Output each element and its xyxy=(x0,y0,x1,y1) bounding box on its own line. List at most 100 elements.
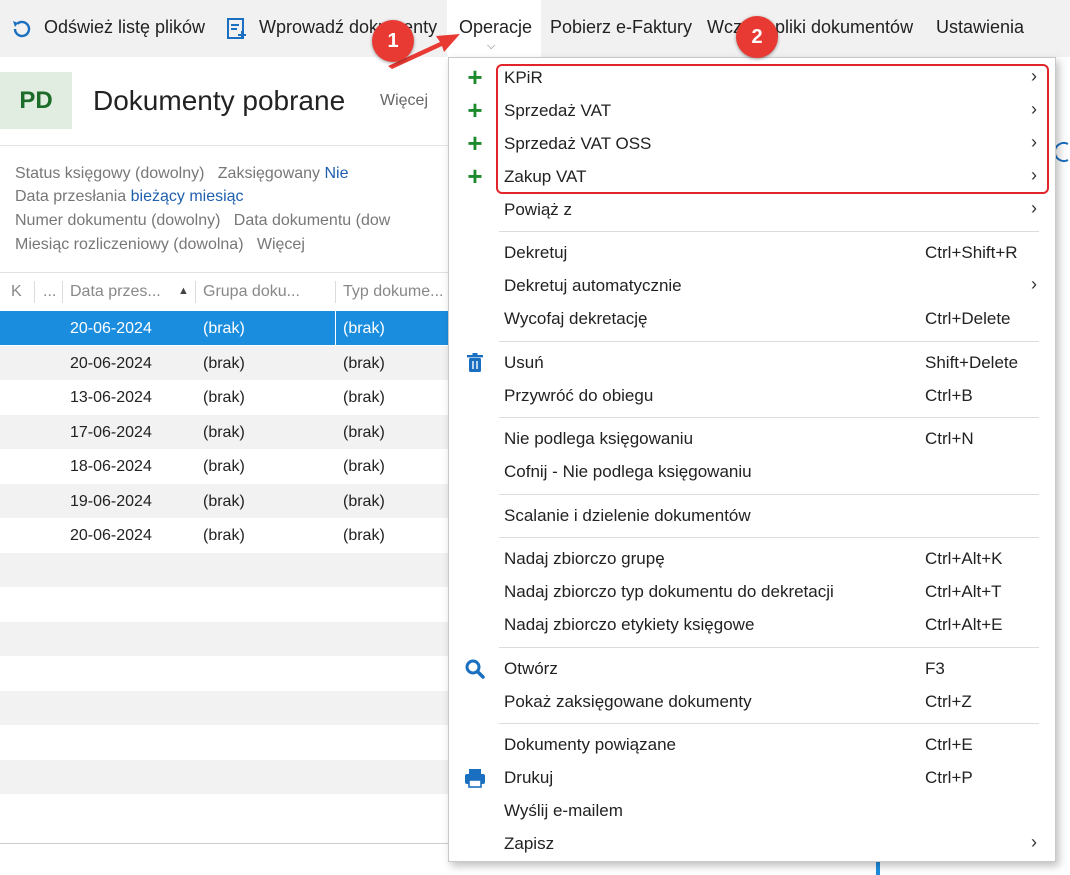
menu-item[interactable]: Scalanie i dzielenie dokumentów xyxy=(449,500,1055,533)
filter-status[interactable]: Status księgowy (dowolny) xyxy=(15,165,204,182)
empty-row xyxy=(0,725,448,759)
menu-separator xyxy=(499,231,1039,232)
menu-item[interactable]: Wycofaj dekretację Ctrl+Delete xyxy=(449,303,1055,336)
filter-date-value[interactable]: bieżący miesiąc xyxy=(131,188,244,205)
filter-number[interactable]: Numer dokumentu (dowolny) xyxy=(15,212,220,229)
menu-item[interactable]: Powiąż z › xyxy=(449,194,1055,227)
filter-row-3: Numer dokumentu (dowolny) Data dokumentu… xyxy=(15,212,390,230)
download-e-invoices-button[interactable]: Pobierz e-Faktury xyxy=(550,17,692,38)
settings-button[interactable]: Ustawienia xyxy=(936,17,1024,38)
menu-item[interactable]: Przywróć do obiegu Ctrl+B xyxy=(449,380,1055,413)
table-row[interactable]: 20-06-2024 (brak) (brak) xyxy=(0,311,448,345)
column-divider xyxy=(195,281,196,303)
highlight-box xyxy=(496,64,1049,194)
menu-item-label: Przywróć do obiegu xyxy=(504,386,654,405)
refresh-icon[interactable] xyxy=(1054,140,1070,164)
menu-item[interactable]: Nadaj zbiorczo typ dokumentu do dekretac… xyxy=(449,576,1055,609)
chevron-right-icon: › xyxy=(1031,198,1037,218)
chevron-down-icon: ⌵ xyxy=(487,40,496,52)
header-more-link[interactable]: Więcej xyxy=(380,92,428,110)
import-document-icon xyxy=(227,18,246,39)
menu-item-shortcut: Ctrl+N xyxy=(925,429,974,448)
filter-more-link[interactable]: Więcej xyxy=(257,236,305,253)
menu-item-shortcut: Ctrl+Shift+R xyxy=(925,243,1018,262)
cell-type: (brak) xyxy=(343,320,385,337)
menu-item[interactable]: Otwórz F3 xyxy=(449,653,1055,686)
table-row[interactable]: 13-06-2024 (brak) (brak) xyxy=(0,380,448,414)
table-row[interactable]: 18-06-2024 (brak) (brak) xyxy=(0,449,448,483)
menu-item[interactable]: Nadaj zbiorczo grupę Ctrl+Alt+K xyxy=(449,543,1055,576)
menu-item-shortcut: Ctrl+Alt+E xyxy=(925,615,1003,634)
refresh-icon xyxy=(13,20,31,38)
menu-item-label: Nie podlega księgowaniu xyxy=(504,429,694,448)
chevron-right-icon: › xyxy=(1031,274,1037,294)
cell-date: 19-06-2024 xyxy=(70,492,152,510)
menu-separator xyxy=(499,417,1039,418)
filter-posted-value[interactable]: Nie xyxy=(325,165,349,182)
refresh-files-button[interactable]: Odśwież listę plików xyxy=(44,17,205,38)
table-row[interactable]: 17-06-2024 (brak) (brak) xyxy=(0,414,448,449)
menu-item[interactable]: Dekretuj automatycznie › xyxy=(449,270,1055,303)
menu-item[interactable]: Nie podlega księgowaniu Ctrl+N xyxy=(449,423,1055,456)
cell-type: (brak) xyxy=(343,354,385,372)
divider xyxy=(0,843,448,844)
column-header-more[interactable]: ... xyxy=(43,283,56,301)
menu-separator xyxy=(499,341,1039,342)
menu-item-label: Otwórz xyxy=(504,659,558,678)
search-icon xyxy=(463,657,487,681)
column-divider xyxy=(335,281,336,303)
filter-row-4: Miesiąc rozliczeniowy (dowolna) Więcej xyxy=(15,236,305,254)
cell-type: (brak) xyxy=(343,527,385,544)
table-row[interactable]: 20-06-2024 (brak) (brak) xyxy=(0,518,448,552)
column-header-date[interactable]: Data przes... xyxy=(70,283,161,301)
cell-group: (brak) xyxy=(203,458,245,475)
menu-item[interactable]: Dekretuj Ctrl+Shift+R xyxy=(449,237,1055,270)
menu-item[interactable]: Cofnij - Nie podlega księgowaniu xyxy=(449,456,1055,489)
menu-item-label: Usuń xyxy=(504,353,544,372)
menu-separator xyxy=(499,647,1039,648)
column-header-type[interactable]: Typ dokume... xyxy=(343,283,444,301)
menu-item-label: Zapisz xyxy=(504,834,555,853)
menu-item[interactable]: Usuń Shift+Delete xyxy=(449,347,1055,380)
cell-type: (brak) xyxy=(343,458,385,475)
menu-item[interactable]: Dokumenty powiązane Ctrl+E xyxy=(449,729,1055,762)
menu-item-label: Wyślij e-mailem xyxy=(504,801,623,820)
empty-row xyxy=(0,552,448,587)
empty-row xyxy=(0,621,448,656)
cell-group: (brak) xyxy=(203,354,245,372)
menu-item[interactable]: Pokaż zaksięgowane dokumenty Ctrl+Z xyxy=(449,686,1055,719)
sort-ascending-icon: ▲ xyxy=(178,285,189,297)
cell-type: (brak) xyxy=(343,423,385,441)
column-header-group[interactable]: Grupa doku... xyxy=(203,283,300,301)
filter-date-label: Data przesłania xyxy=(15,188,127,205)
menu-item-label: Drukuj xyxy=(504,768,554,787)
filter-doc-date[interactable]: Data dokumentu (dow xyxy=(234,212,391,229)
empty-row xyxy=(0,794,448,828)
menu-item-label: Dekretuj automatycznie xyxy=(504,276,682,295)
grid-header: K ... Data przes... ▲ Grupa doku... Typ … xyxy=(0,272,448,312)
menu-separator xyxy=(499,537,1039,538)
menu-item-shortcut: Ctrl+Z xyxy=(925,692,972,711)
menu-item[interactable]: Drukuj Ctrl+P xyxy=(449,762,1055,795)
cell-type: (brak) xyxy=(343,492,385,510)
plus-icon: + xyxy=(467,161,483,191)
cell-type: (brak) xyxy=(343,389,385,406)
menu-item-shortcut: Ctrl+E xyxy=(925,735,973,754)
menu-item-label: Nadaj zbiorczo etykiety księgowe xyxy=(504,615,755,634)
menu-item-label: Dekretuj xyxy=(504,243,568,262)
menu-item[interactable]: Nadaj zbiorczo etykiety księgowe Ctrl+Alt… xyxy=(449,609,1055,642)
menu-item-label: Nadaj zbiorczo typ dokumentu do dekretac… xyxy=(504,582,834,601)
menu-item-label: Wycofaj dekretację xyxy=(504,309,648,328)
menu-item[interactable]: Zapisz › xyxy=(449,828,1055,861)
filter-month[interactable]: Miesiąc rozliczeniowy (dowolna) xyxy=(15,236,244,253)
empty-row xyxy=(0,759,448,794)
table-row[interactable]: 20-06-2024 (brak) (brak) xyxy=(0,345,448,380)
column-header-k[interactable]: K xyxy=(11,283,22,301)
plus-icon: + xyxy=(467,128,483,158)
menu-item[interactable]: Wyślij e-mailem xyxy=(449,795,1055,828)
cell-group: (brak) xyxy=(203,389,245,406)
table-row[interactable]: 19-06-2024 (brak) (brak) xyxy=(0,483,448,518)
menu-item-label: Nadaj zbiorczo grupę xyxy=(504,549,665,568)
column-divider xyxy=(335,311,336,345)
menu-item-shortcut: Ctrl+B xyxy=(925,386,973,405)
